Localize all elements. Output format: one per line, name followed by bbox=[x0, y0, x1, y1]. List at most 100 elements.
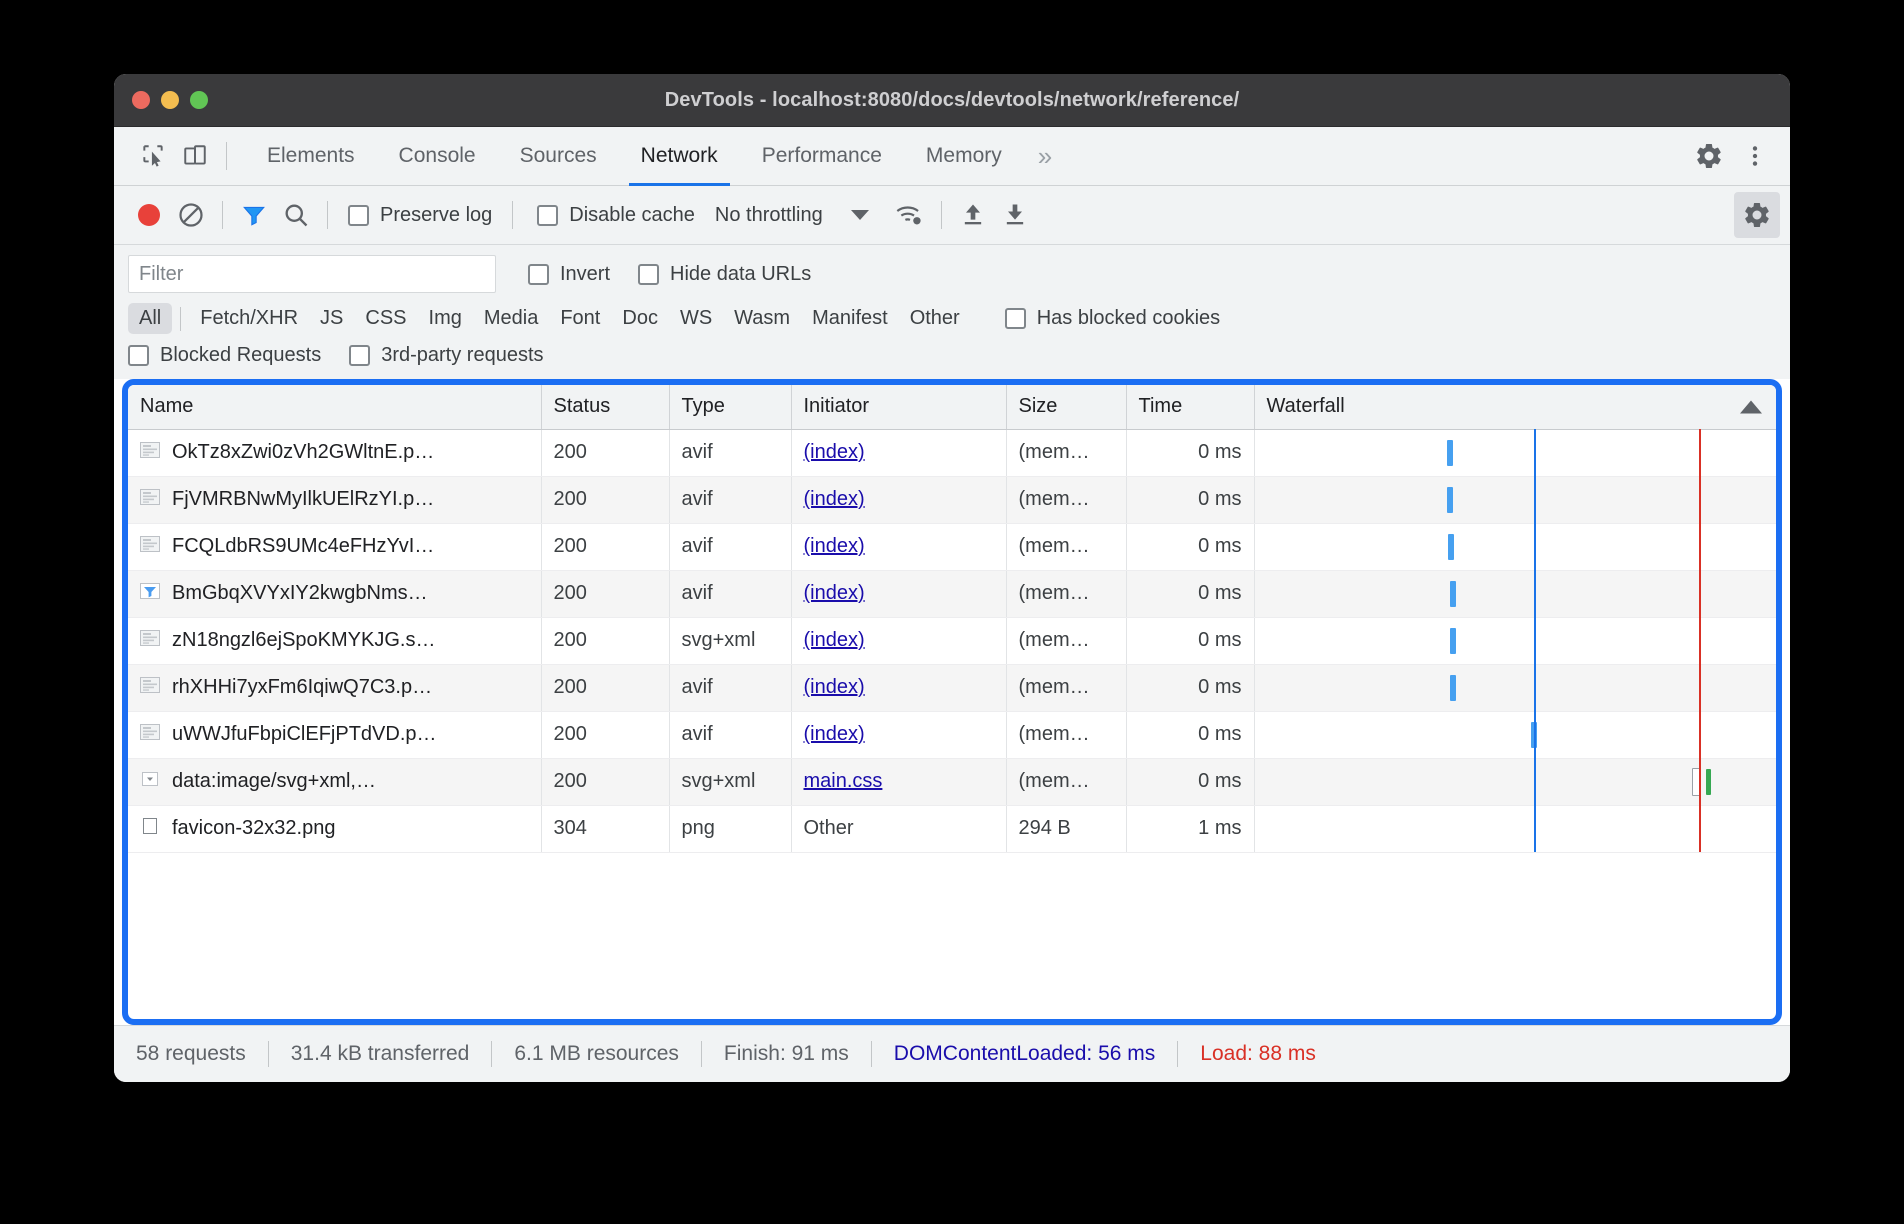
inspect-element-icon[interactable] bbox=[132, 135, 174, 177]
checkbox-box[interactable] bbox=[128, 345, 149, 366]
cell-name[interactable]: rhXHHi7yxFm6IqiwQ7C3.p… bbox=[128, 664, 541, 711]
network-settings-gear-icon[interactable] bbox=[1734, 192, 1780, 238]
tab-performance[interactable]: Performance bbox=[740, 127, 904, 185]
cell-name[interactable]: OkTz8xZwi0zVh2GWltnE.p… bbox=[128, 429, 541, 476]
table-row[interactable]: data:image/svg+xml,…200svg+xmlmain.css(m… bbox=[128, 758, 1776, 805]
throttling-dropdown-value[interactable]: No throttling bbox=[715, 204, 823, 227]
kebab-menu-icon[interactable] bbox=[1734, 135, 1776, 177]
has-blocked-cookies-checkbox[interactable]: Has blocked cookies bbox=[1005, 307, 1220, 330]
initiator-link[interactable]: (index) bbox=[804, 629, 865, 651]
table-row[interactable]: rhXHHi7yxFm6IqiwQ7C3.p…200avif(index)(me… bbox=[128, 664, 1776, 711]
type-filter-ws[interactable]: WS bbox=[669, 303, 723, 334]
cell-initiator[interactable]: (index) bbox=[791, 476, 1006, 523]
disable-cache-checkbox[interactable]: Disable cache bbox=[537, 204, 695, 227]
hide-data-urls-checkbox[interactable]: Hide data URLs bbox=[638, 263, 811, 286]
sort-ascending-icon[interactable] bbox=[1740, 400, 1762, 413]
cell-waterfall[interactable] bbox=[1254, 476, 1776, 523]
column-header-waterfall[interactable]: Waterfall bbox=[1254, 385, 1776, 429]
initiator-link[interactable]: (index) bbox=[804, 441, 865, 463]
filter-input[interactable]: Filter bbox=[128, 255, 496, 293]
initiator-link[interactable]: (index) bbox=[804, 676, 865, 698]
type-filter-all[interactable]: All bbox=[128, 303, 172, 334]
cell-waterfall[interactable] bbox=[1254, 805, 1776, 852]
tab-memory[interactable]: Memory bbox=[904, 127, 1024, 185]
clear-icon[interactable] bbox=[170, 194, 212, 236]
type-filter-css[interactable]: CSS bbox=[354, 303, 417, 334]
type-filter-fetch-xhr[interactable]: Fetch/XHR bbox=[189, 303, 309, 334]
tab-elements[interactable]: Elements bbox=[245, 127, 377, 185]
network-conditions-icon[interactable] bbox=[889, 194, 931, 236]
initiator-link[interactable]: main.css bbox=[804, 770, 883, 792]
type-filter-font[interactable]: Font bbox=[549, 303, 611, 334]
table-row[interactable]: uWWJfuFbpiClEFjPTdVD.p…200avif(index)(me… bbox=[128, 711, 1776, 758]
type-filter-wasm[interactable]: Wasm bbox=[723, 303, 801, 334]
search-icon[interactable] bbox=[275, 194, 317, 236]
tab-sources[interactable]: Sources bbox=[498, 127, 619, 185]
type-filter-img[interactable]: Img bbox=[418, 303, 473, 334]
checkbox-box[interactable] bbox=[537, 205, 558, 226]
table-row[interactable]: favicon-32x32.png304pngOther294 B1 ms bbox=[128, 805, 1776, 852]
cell-name[interactable]: FjVMRBNwMyIlkUElRzYI.p… bbox=[128, 476, 541, 523]
filter-funnel-icon[interactable] bbox=[233, 194, 275, 236]
type-filter-media[interactable]: Media bbox=[473, 303, 549, 334]
maximize-window-button[interactable] bbox=[190, 91, 208, 109]
column-header-type[interactable]: Type bbox=[669, 385, 791, 429]
cell-waterfall[interactable] bbox=[1254, 523, 1776, 570]
column-header-name[interactable]: Name bbox=[128, 385, 541, 429]
invert-checkbox[interactable]: Invert bbox=[528, 263, 610, 286]
cell-waterfall[interactable] bbox=[1254, 758, 1776, 805]
cell-initiator[interactable]: (index) bbox=[791, 664, 1006, 711]
checkbox-box[interactable] bbox=[638, 264, 659, 285]
gear-icon[interactable] bbox=[1688, 135, 1730, 177]
device-toolbar-icon[interactable] bbox=[174, 135, 216, 177]
column-header-size[interactable]: Size bbox=[1006, 385, 1126, 429]
table-row[interactable]: FCQLdbRS9UMc4eFHzYvI…200avif(index)(mem…… bbox=[128, 523, 1776, 570]
tab-console[interactable]: Console bbox=[377, 127, 498, 185]
cell-initiator[interactable]: (index) bbox=[791, 429, 1006, 476]
cell-name[interactable]: FCQLdbRS9UMc4eFHzYvI… bbox=[128, 523, 541, 570]
cell-waterfall[interactable] bbox=[1254, 570, 1776, 617]
more-tabs-icon[interactable]: » bbox=[1024, 141, 1066, 172]
checkbox-box[interactable] bbox=[528, 264, 549, 285]
cell-waterfall[interactable] bbox=[1254, 429, 1776, 476]
table-row[interactable]: FjVMRBNwMyIlkUElRzYI.p…200avif(index)(me… bbox=[128, 476, 1776, 523]
third-party-requests-checkbox[interactable]: 3rd-party requests bbox=[349, 344, 543, 367]
preserve-log-checkbox[interactable]: Preserve log bbox=[348, 204, 492, 227]
export-har-icon[interactable] bbox=[994, 194, 1036, 236]
cell-name[interactable]: zN18ngzl6ejSpoKMYKJG.s… bbox=[128, 617, 541, 664]
tab-network[interactable]: Network bbox=[619, 127, 740, 185]
initiator-link[interactable]: (index) bbox=[804, 723, 865, 745]
cell-name[interactable]: data:image/svg+xml,… bbox=[128, 758, 541, 805]
cell-name[interactable]: uWWJfuFbpiClEFjPTdVD.p… bbox=[128, 711, 541, 758]
cell-initiator[interactable]: main.css bbox=[791, 758, 1006, 805]
cell-waterfall[interactable] bbox=[1254, 664, 1776, 711]
type-filter-doc[interactable]: Doc bbox=[611, 303, 669, 334]
column-header-time[interactable]: Time bbox=[1126, 385, 1254, 429]
initiator-link[interactable]: (index) bbox=[804, 582, 865, 604]
table-row[interactable]: BmGbqXVYxIY2kwgbNms…200avif(index)(mem…0… bbox=[128, 570, 1776, 617]
checkbox-box[interactable] bbox=[348, 205, 369, 226]
type-filter-js[interactable]: JS bbox=[309, 303, 354, 334]
column-header-initiator[interactable]: Initiator bbox=[791, 385, 1006, 429]
cell-name[interactable]: BmGbqXVYxIY2kwgbNms… bbox=[128, 570, 541, 617]
blocked-requests-checkbox[interactable]: Blocked Requests bbox=[128, 344, 321, 367]
cell-name[interactable]: favicon-32x32.png bbox=[128, 805, 541, 852]
initiator-link[interactable]: (index) bbox=[804, 488, 865, 510]
cell-initiator[interactable]: (index) bbox=[791, 711, 1006, 758]
cell-initiator[interactable]: (index) bbox=[791, 523, 1006, 570]
chevron-down-icon[interactable] bbox=[851, 210, 869, 220]
checkbox-box[interactable] bbox=[1005, 308, 1026, 329]
record-button-icon[interactable] bbox=[128, 194, 170, 236]
close-window-button[interactable] bbox=[132, 91, 150, 109]
type-filter-manifest[interactable]: Manifest bbox=[801, 303, 899, 334]
cell-initiator[interactable]: (index) bbox=[791, 570, 1006, 617]
column-header-status[interactable]: Status bbox=[541, 385, 669, 429]
cell-waterfall[interactable] bbox=[1254, 617, 1776, 664]
minimize-window-button[interactable] bbox=[161, 91, 179, 109]
checkbox-box[interactable] bbox=[349, 345, 370, 366]
import-har-icon[interactable] bbox=[952, 194, 994, 236]
cell-waterfall[interactable] bbox=[1254, 711, 1776, 758]
initiator-link[interactable]: (index) bbox=[804, 535, 865, 557]
type-filter-other[interactable]: Other bbox=[899, 303, 971, 334]
cell-initiator[interactable]: (index) bbox=[791, 617, 1006, 664]
